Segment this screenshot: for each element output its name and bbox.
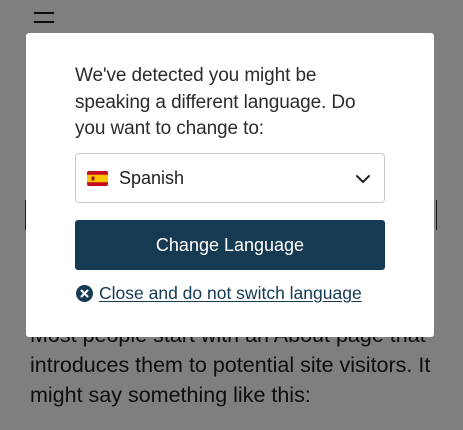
- selected-language: Spanish: [119, 167, 185, 188]
- change-language-button[interactable]: Change Language: [75, 220, 385, 270]
- spain-flag-icon: [87, 170, 108, 186]
- language-select[interactable]: Spanish: [75, 153, 385, 203]
- modal-message: We've detected you might be speaking a d…: [75, 65, 356, 139]
- close-no-switch-link[interactable]: Close and do not switch language: [76, 283, 362, 304]
- page: Most people start with an About page tha…: [0, 0, 463, 430]
- language-switch-modal: We've detected you might be speaking a d…: [26, 33, 434, 337]
- close-link-label: Close and do not switch language: [99, 283, 362, 303]
- close-circle-icon: [76, 285, 93, 302]
- chevron-down-icon: [356, 175, 370, 183]
